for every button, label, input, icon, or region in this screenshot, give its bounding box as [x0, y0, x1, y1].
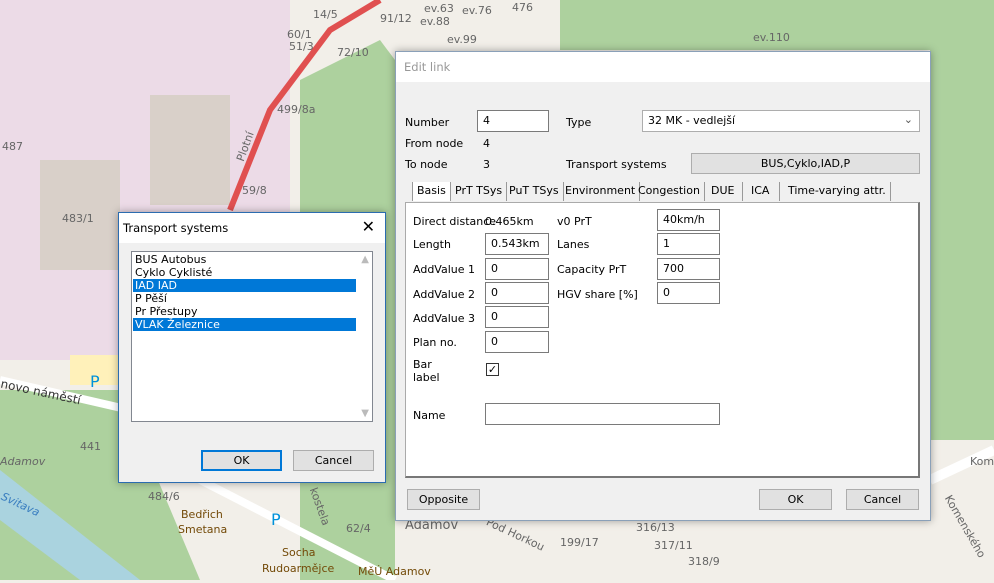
map-label: 14/5 [313, 8, 338, 21]
number-input[interactable]: 4 [477, 110, 549, 132]
tab-time-varying-attr[interactable]: Time-varying attr. [784, 182, 891, 201]
scroll-up-icon[interactable]: ▲ [361, 254, 369, 265]
list-item[interactable]: BUS Autobus [133, 253, 356, 266]
list-item[interactable]: VLAK Železnice [133, 318, 356, 331]
map-label: 62/4 [346, 522, 371, 535]
parking-icon: P [90, 372, 100, 391]
map-label: 199/17 [560, 536, 599, 549]
length-label: Length [413, 238, 451, 251]
direct-distance-value: 0.465km [485, 215, 534, 228]
map-label: 483/1 [62, 212, 94, 225]
capacity-prt-label: Capacity PrT [557, 263, 627, 276]
addvalue2-input[interactable]: 0 [485, 282, 549, 304]
hgv-share-label: HGV share [%] [557, 288, 638, 301]
list-item[interactable]: Cyklo Cyklisté [133, 266, 356, 279]
list-item[interactable]: Pr Přestupy [133, 305, 356, 318]
lanes-input[interactable]: 1 [657, 233, 720, 255]
map-label: Bedřich [181, 508, 223, 521]
transport-systems-dialog: Transport systems ✕ BUS Autobus Cyklo Cyk… [118, 212, 386, 483]
plan-no-label: Plan no. [413, 336, 457, 349]
addvalue1-label: AddValue 1 [413, 263, 475, 276]
map-label: 487 [2, 140, 23, 153]
to-node-value: 3 [483, 158, 490, 171]
tab-ica[interactable]: ICA [741, 182, 781, 201]
v0-prt-label: v0 PrT [557, 215, 592, 228]
bar-label-label: label [413, 371, 440, 384]
map-label: 59/8 [242, 184, 267, 197]
map-label: 91/12 [380, 12, 412, 25]
addvalue1-input[interactable]: 0 [485, 258, 549, 280]
addvalue3-input[interactable]: 0 [485, 306, 549, 328]
bar-label-checkbox[interactable]: ✓ [486, 363, 499, 376]
map-label: 499/8a [277, 103, 316, 116]
length-input[interactable]: 0.543km [485, 233, 549, 255]
list-item[interactable]: P Pěší [133, 292, 356, 305]
edit-link-dialog: Edit link Number 4 From node 4 To node 3… [395, 51, 931, 521]
map-label: Kom [970, 455, 994, 468]
close-icon[interactable]: ✕ [362, 217, 375, 236]
type-select[interactable]: 32 MK - vedlejší ⌄ [642, 110, 920, 132]
map-label: ev.110 [753, 31, 790, 44]
tab-put-tsys[interactable]: PuT TSys [505, 182, 564, 201]
transport-systems-button[interactable]: BUS,Cyklo,IAD,P [691, 153, 920, 174]
cancel-button[interactable]: Cancel [293, 450, 374, 471]
opposite-button[interactable]: Opposite [407, 489, 480, 510]
dialog-title-text: Transport systems [123, 221, 229, 235]
transport-systems-label: Transport systems [566, 158, 667, 171]
map-label: 318/9 [688, 555, 720, 568]
cancel-button[interactable]: Cancel [846, 489, 919, 510]
map-label: 51/3 [289, 40, 314, 53]
tab-congestion[interactable]: Congestion [634, 182, 705, 201]
list-item[interactable]: IAD IAD [133, 279, 356, 292]
from-node-label: From node [405, 137, 464, 150]
map-label: 441 [80, 440, 101, 453]
chevron-down-icon: ⌄ [903, 113, 913, 126]
dialog-title: Edit link [396, 52, 930, 82]
map-label: Smetana [178, 523, 228, 536]
direct-distance-label: Direct distance [413, 215, 497, 228]
bar-label-label: Bar [413, 358, 432, 371]
addvalue3-label: AddValue 3 [413, 312, 475, 325]
tab-due[interactable]: DUE [703, 182, 744, 201]
transport-systems-list[interactable]: BUS Autobus Cyklo Cyklisté IAD IAD P Pěší Pr… [131, 251, 373, 422]
map-label: ev.63 [424, 2, 454, 15]
tab-basis[interactable]: Basis [412, 182, 451, 201]
plan-no-input[interactable]: 0 [485, 331, 549, 353]
map-label: Adamov [0, 455, 46, 468]
map-label: MěÚ Adamov [358, 565, 431, 578]
addvalue2-label: AddValue 2 [413, 288, 475, 301]
name-label: Name [413, 409, 446, 422]
map-label: 317/11 [654, 539, 693, 552]
from-node-value: 4 [483, 137, 490, 150]
lanes-label: Lanes [557, 238, 590, 251]
tab-environment[interactable]: Environment [561, 182, 641, 201]
to-node-label: To node [405, 158, 448, 171]
hgv-share-input[interactable]: 0 [657, 282, 720, 304]
map-label: 476 [512, 1, 533, 14]
map-label: 484/6 [148, 490, 180, 503]
ok-button[interactable]: OK [759, 489, 832, 510]
number-label: Number [405, 116, 450, 129]
v0-prt-input[interactable]: 40km/h [657, 209, 720, 231]
ok-button[interactable]: OK [201, 450, 282, 471]
map-label: ev.99 [447, 33, 477, 46]
map-label: ev.88 [420, 15, 450, 28]
dialog-title: Transport systems ✕ [119, 213, 385, 243]
map-label: 316/13 [636, 521, 675, 534]
name-input[interactable] [485, 403, 720, 425]
type-label: Type [566, 116, 592, 129]
map-label: ev.76 [462, 4, 492, 17]
type-value: 32 MK - vedlejší [648, 114, 736, 127]
tab-prt-tsys[interactable]: PrT TSys [451, 182, 508, 201]
scroll-down-icon[interactable]: ▼ [361, 408, 369, 419]
parking-icon: P [271, 510, 281, 529]
map-label: Socha [282, 546, 316, 559]
map-label: 72/10 [337, 46, 369, 59]
capacity-prt-input[interactable]: 700 [657, 258, 720, 280]
map-label: Rudoarmějce [262, 562, 335, 575]
